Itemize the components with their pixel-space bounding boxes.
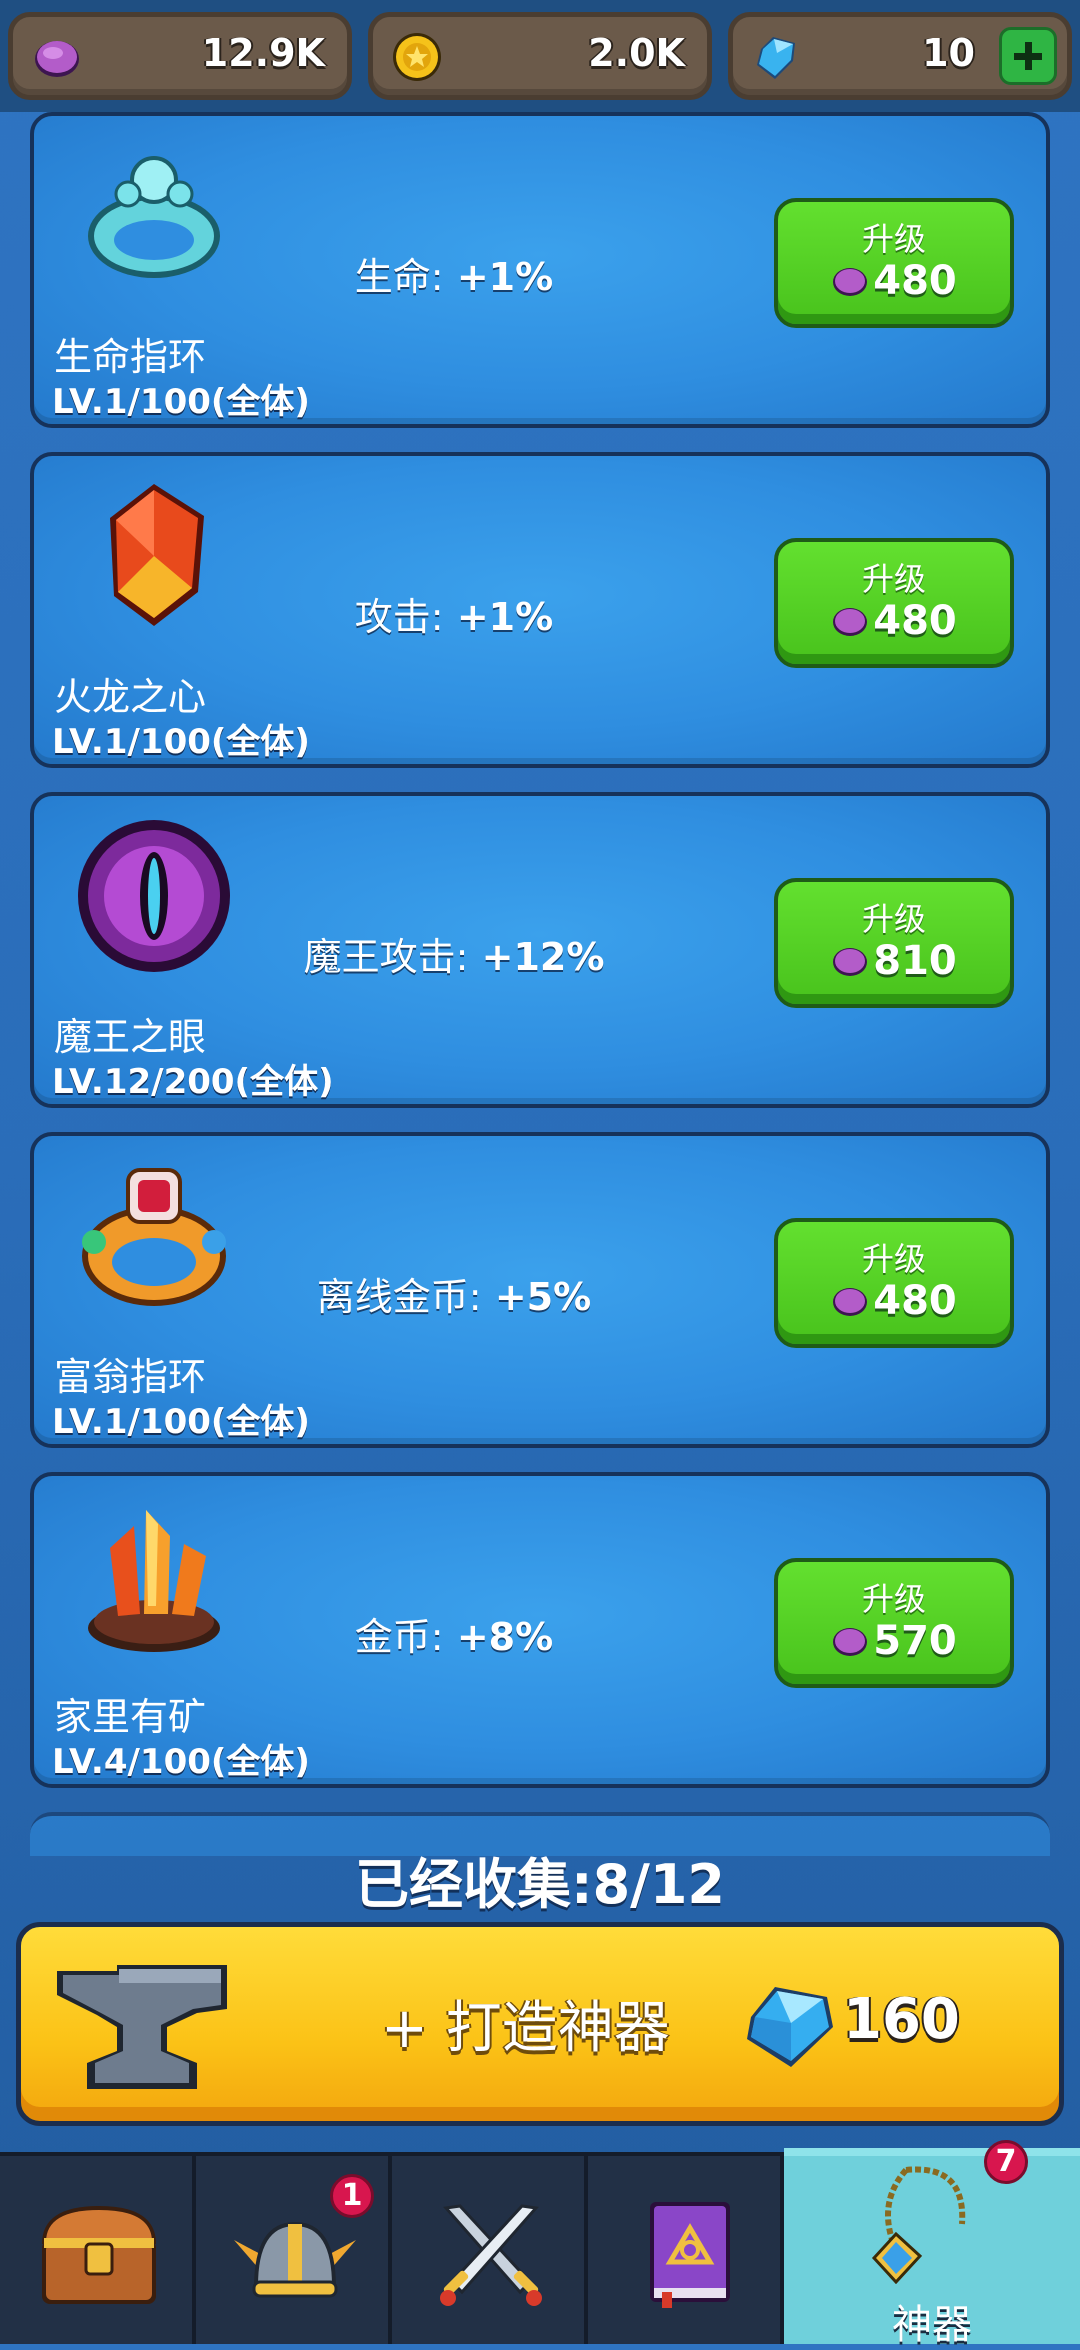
artifact-card: 富翁指环 LV.1/100(全体) 离线金币: +5% 升级 480 — [30, 1132, 1050, 1448]
upgrade-cost: 810 — [873, 938, 957, 984]
tab-spellbook[interactable] — [588, 2156, 784, 2344]
artifact-card: 家里有矿 LV.4/100(全体) 金币: +8% 升级 570 — [30, 1472, 1050, 1788]
artifact-level: LV.12/200(全体) — [52, 1062, 334, 1102]
upgrade-label: 升级 — [861, 560, 926, 598]
purple-coin-icon — [833, 1628, 868, 1656]
artifact-effect: 生命: +1% — [354, 255, 554, 299]
artifact-name: 魔王之眼 — [54, 1015, 207, 1059]
spell-book-icon — [650, 2202, 730, 2308]
upgrade-button[interactable]: 升级 480 — [774, 1218, 1014, 1348]
artifact-card: 魔王之眼 LV.12/200(全体) 魔王攻击: +12% 升级 810 — [30, 792, 1050, 1108]
upgrade-cost: 480 — [873, 598, 957, 644]
gold-currency-value: 2.0K — [588, 31, 685, 75]
rich-ring-icon — [82, 1168, 226, 1306]
artifact-effect: 攻击: +1% — [354, 595, 554, 639]
notification-badge: 7 — [984, 2140, 1028, 2184]
gold-currency-counter: 2.0K — [368, 12, 712, 100]
upgrade-label: 升级 — [861, 1240, 926, 1278]
anvil-icon — [57, 1965, 227, 2089]
upgrade-button[interactable]: 升级 480 — [774, 198, 1014, 328]
artifact-level: LV.1/100(全体) — [52, 722, 310, 762]
artifact-name: 生命指环 — [54, 335, 207, 379]
forge-label: + 打造神器 — [381, 1996, 670, 2061]
upgrade-label: 升级 — [861, 900, 926, 938]
buy-gems-button[interactable] — [999, 27, 1057, 85]
amulet-icon — [871, 2166, 966, 2284]
artifact-effect: 金币: +8% — [354, 1615, 554, 1659]
forge-price-value: 160 — [843, 1987, 960, 2052]
tab-heroes[interactable]: 1 — [196, 2156, 392, 2344]
artifact-level: LV.4/100(全体) — [52, 1742, 310, 1782]
tab-chest[interactable] — [0, 2156, 196, 2344]
artifact-name: 家里有矿 — [54, 1695, 207, 1739]
purple-currency-counter: 12.9K — [8, 12, 352, 100]
purple-coin-icon — [35, 41, 79, 77]
diamond-icon — [757, 37, 795, 79]
tab-battle[interactable] — [392, 2156, 588, 2344]
upgrade-button[interactable]: 升级 810 — [774, 878, 1014, 1008]
artifact-name: 富翁指环 — [54, 1355, 207, 1399]
artifact-effect: 离线金币: +5% — [316, 1275, 592, 1319]
forge-artifact-button[interactable]: + 打造神器 160 — [16, 1922, 1064, 2126]
viking-helmet-icon — [234, 2222, 356, 2298]
upgrade-label: 升级 — [861, 1580, 926, 1618]
life-ring-icon — [88, 156, 220, 278]
tab-label: 神器 — [892, 2302, 972, 2348]
artifact-level: LV.1/100(全体) — [52, 382, 310, 422]
purple-coin-icon — [833, 608, 868, 636]
purple-currency-value: 12.9K — [201, 31, 325, 75]
gem-currency-counter: 10 — [728, 12, 1072, 100]
artifact-card: 生命指环 LV.1/100(全体) 生命: +1% 升级 480 — [30, 112, 1050, 428]
gem-currency-value: 10 — [922, 31, 975, 75]
purple-coin-icon — [833, 268, 868, 296]
artifact-level: LV.1/100(全体) — [52, 1402, 310, 1442]
upgrade-button[interactable]: 升级 480 — [774, 538, 1014, 668]
demon-eye-icon — [78, 820, 230, 972]
artifact-card: 火龙之心 LV.1/100(全体) 攻击: +1% 升级 480 — [30, 452, 1050, 768]
upgrade-button[interactable]: 升级 570 — [774, 1558, 1014, 1688]
diamond-icon — [747, 1987, 833, 2067]
collection-progress: 已经收集:8/12 — [354, 1853, 726, 1916]
artifact-name: 火龙之心 — [54, 675, 207, 719]
notification-badge: 1 — [330, 2174, 374, 2218]
mine-crystal-icon — [88, 1510, 220, 1652]
upgrade-cost: 480 — [873, 1278, 957, 1324]
upgrade-label: 升级 — [861, 220, 926, 258]
crossed-swords-icon — [440, 2204, 542, 2306]
upgrade-cost: 570 — [873, 1618, 957, 1664]
purple-coin-icon — [833, 948, 868, 976]
treasure-chest-icon — [42, 2206, 156, 2304]
tab-artifacts[interactable]: 7 神器 — [784, 2140, 1080, 2348]
upgrade-cost: 480 — [873, 258, 957, 304]
artifact-effect: 魔王攻击: +12% — [303, 935, 605, 979]
purple-coin-icon — [833, 1288, 868, 1316]
bottom-navigation: 1 7 神器 — [0, 2140, 1080, 2348]
gold-coin-icon — [393, 33, 441, 81]
dragon-heart-gem-icon — [110, 484, 204, 626]
currency-bar: 12.9K 2.0K 10 — [0, 0, 1080, 112]
